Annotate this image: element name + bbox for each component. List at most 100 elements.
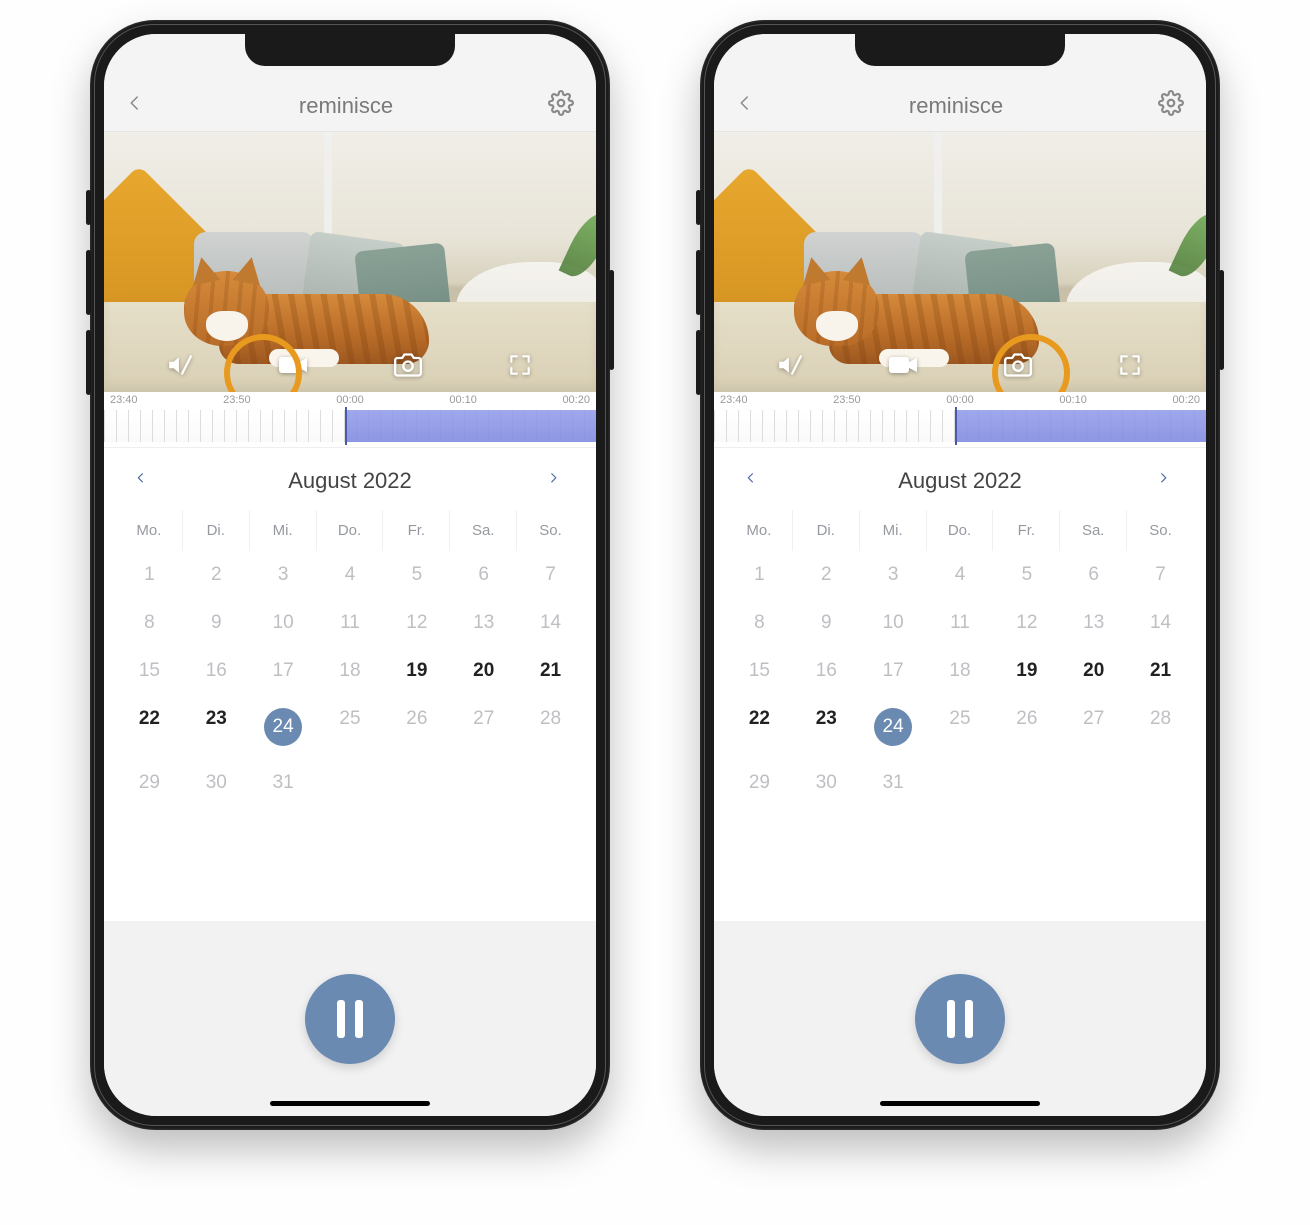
calendar-day[interactable]: 2 — [793, 551, 860, 599]
calendar-day[interactable]: 4 — [927, 551, 994, 599]
calendar-day[interactable]: 21 — [517, 647, 584, 695]
calendar-day[interactable]: 16 — [793, 647, 860, 695]
calendar-day[interactable]: 27 — [1060, 695, 1127, 759]
calendar-day[interactable]: 24 — [250, 695, 317, 759]
playback-timeline[interactable]: 23:4023:5000:0000:1000:20 — [714, 392, 1206, 448]
mute-icon[interactable] — [777, 352, 803, 383]
timeline-tick-label: 00:20 — [1172, 394, 1200, 406]
timeline-tick-label: 23:50 — [833, 394, 861, 406]
record-icon[interactable] — [888, 354, 918, 381]
calendar-day[interactable]: 22 — [116, 695, 183, 759]
calendar-day[interactable]: 7 — [1127, 551, 1194, 599]
calendar-day[interactable]: 18 — [317, 647, 384, 695]
calendar-day[interactable]: 19 — [383, 647, 450, 695]
calendar-day[interactable]: 8 — [726, 599, 793, 647]
settings-button[interactable] — [548, 90, 574, 121]
video-feed[interactable] — [714, 132, 1206, 392]
calendar-day[interactable]: 15 — [116, 647, 183, 695]
timeline-cursor[interactable] — [955, 407, 957, 445]
calendar-day[interactable]: 3 — [860, 551, 927, 599]
calendar-day[interactable]: 16 — [183, 647, 250, 695]
calendar-day[interactable]: 12 — [383, 599, 450, 647]
calendar-day[interactable]: 12 — [993, 599, 1060, 647]
settings-button[interactable] — [1158, 90, 1184, 121]
feed-controls — [104, 351, 596, 384]
calendar-day[interactable]: 10 — [860, 599, 927, 647]
calendar-day[interactable]: 24 — [860, 695, 927, 759]
page-title: reminisce — [909, 93, 1003, 119]
prev-month-button[interactable] — [136, 469, 150, 494]
calendar-day[interactable]: 15 — [726, 647, 793, 695]
calendar-day[interactable]: 11 — [317, 599, 384, 647]
calendar-day[interactable]: 21 — [1127, 647, 1194, 695]
video-feed[interactable] — [104, 132, 596, 392]
calendar-day[interactable]: 28 — [517, 695, 584, 759]
record-icon[interactable] — [278, 354, 308, 381]
weekday-label: Sa. — [450, 510, 517, 551]
calendar-day[interactable]: 13 — [1060, 599, 1127, 647]
calendar-day[interactable]: 30 — [793, 759, 860, 807]
pause-button[interactable] — [305, 974, 395, 1064]
calendar-day[interactable]: 17 — [250, 647, 317, 695]
calendar-day[interactable]: 2 — [183, 551, 250, 599]
timeline-tick-label: 00:10 — [449, 394, 477, 406]
calendar-day[interactable]: 1 — [116, 551, 183, 599]
calendar-day[interactable]: 14 — [1127, 599, 1194, 647]
timeline-tick-label: 00:20 — [562, 394, 590, 406]
calendar-day[interactable]: 6 — [1060, 551, 1127, 599]
timeline-tick-label: 23:50 — [223, 394, 251, 406]
calendar-day[interactable]: 18 — [927, 647, 994, 695]
calendar-day[interactable]: 22 — [726, 695, 793, 759]
calendar-day[interactable]: 30 — [183, 759, 250, 807]
calendar-day[interactable]: 19 — [993, 647, 1060, 695]
playback-timeline[interactable]: 23:4023:5000:0000:1000:20 — [104, 392, 596, 448]
mute-icon[interactable] — [167, 352, 193, 383]
weekday-label: Fr. — [993, 510, 1060, 551]
weekday-label: Sa. — [1060, 510, 1127, 551]
pause-button[interactable] — [915, 974, 1005, 1064]
calendar-day[interactable]: 10 — [250, 599, 317, 647]
next-month-button[interactable] — [1160, 469, 1174, 494]
calendar-day[interactable]: 9 — [793, 599, 860, 647]
calendar-day[interactable]: 29 — [726, 759, 793, 807]
calendar-day[interactable]: 26 — [993, 695, 1060, 759]
calendar-day[interactable]: 20 — [1060, 647, 1127, 695]
calendar-day[interactable]: 27 — [450, 695, 517, 759]
calendar-day[interactable]: 13 — [450, 599, 517, 647]
snapshot-icon[interactable] — [1004, 351, 1032, 384]
back-button[interactable] — [126, 91, 144, 120]
calendar-day[interactable]: 5 — [383, 551, 450, 599]
calendar-day-empty — [383, 759, 450, 807]
calendar-day[interactable]: 5 — [993, 551, 1060, 599]
prev-month-button[interactable] — [746, 469, 760, 494]
calendar-day[interactable]: 28 — [1127, 695, 1194, 759]
snapshot-icon[interactable] — [394, 351, 422, 384]
calendar-day[interactable]: 26 — [383, 695, 450, 759]
fullscreen-icon[interactable] — [507, 352, 533, 383]
calendar-day[interactable]: 14 — [517, 599, 584, 647]
calendar-day[interactable]: 8 — [116, 599, 183, 647]
calendar-day[interactable]: 3 — [250, 551, 317, 599]
calendar-day[interactable]: 17 — [860, 647, 927, 695]
calendar-day[interactable]: 23 — [183, 695, 250, 759]
fullscreen-icon[interactable] — [1117, 352, 1143, 383]
calendar-day[interactable]: 9 — [183, 599, 250, 647]
calendar-day[interactable]: 25 — [317, 695, 384, 759]
next-month-button[interactable] — [550, 469, 564, 494]
timeline-cursor[interactable] — [345, 407, 347, 445]
calendar-day[interactable]: 31 — [860, 759, 927, 807]
calendar-day[interactable]: 1 — [726, 551, 793, 599]
calendar-day[interactable]: 11 — [927, 599, 994, 647]
calendar-day[interactable]: 23 — [793, 695, 860, 759]
calendar-day[interactable]: 6 — [450, 551, 517, 599]
calendar-day[interactable]: 25 — [927, 695, 994, 759]
weekday-label: Di. — [793, 510, 860, 551]
calendar-day[interactable]: 7 — [517, 551, 584, 599]
calendar-day-empty — [1060, 759, 1127, 807]
calendar-day[interactable]: 4 — [317, 551, 384, 599]
calendar-day[interactable]: 31 — [250, 759, 317, 807]
calendar-day[interactable]: 20 — [450, 647, 517, 695]
weekday-label: Do. — [317, 510, 384, 551]
back-button[interactable] — [736, 91, 754, 120]
calendar-day[interactable]: 29 — [116, 759, 183, 807]
